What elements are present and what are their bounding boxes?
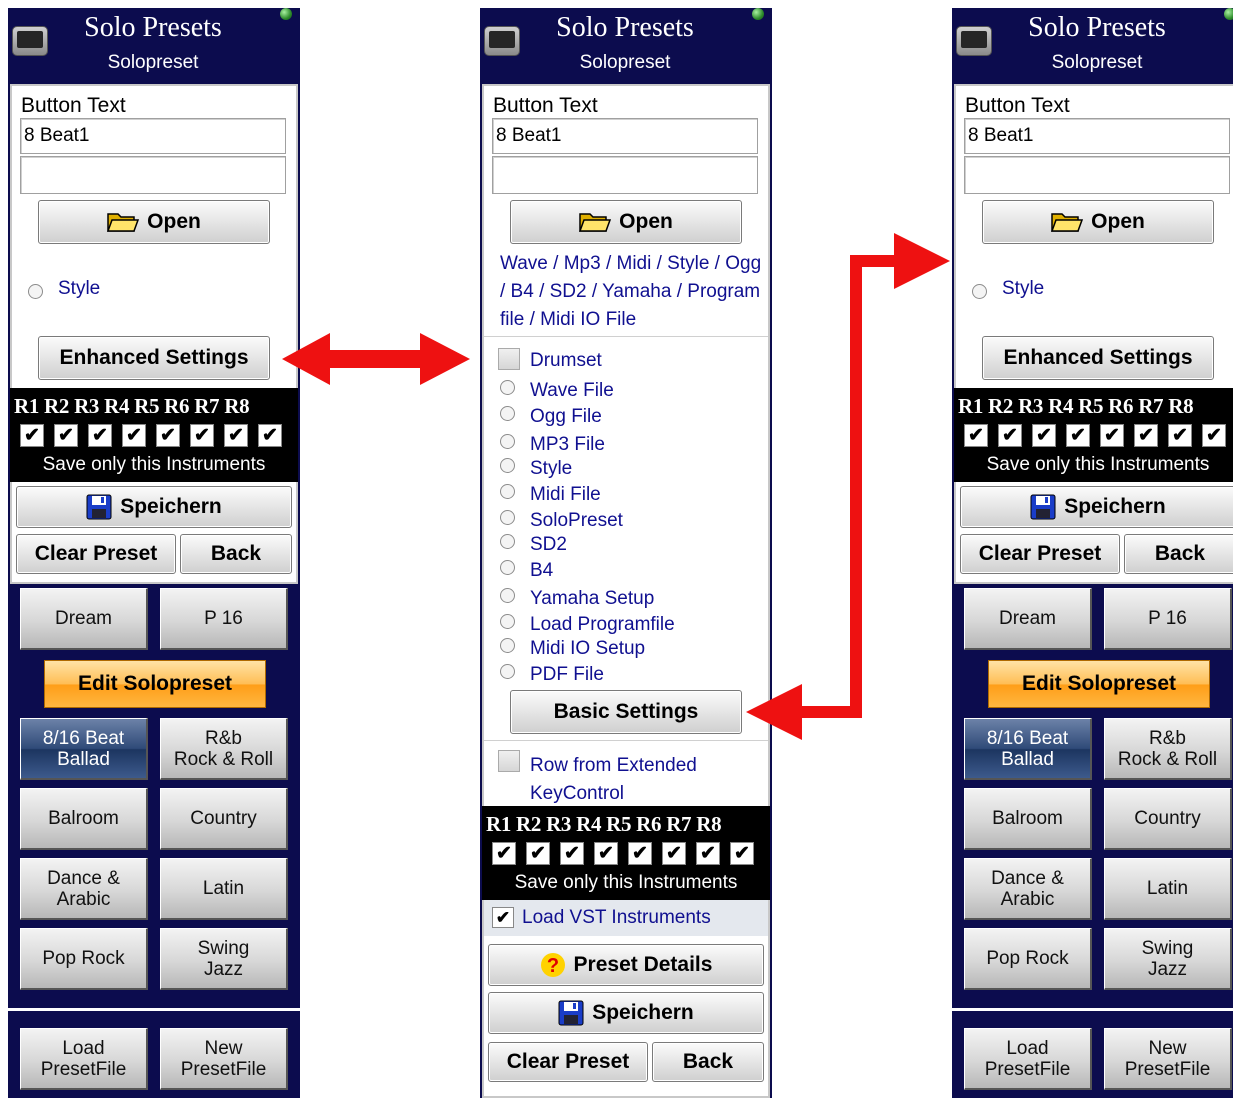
arrow-head-right-icon bbox=[894, 233, 950, 289]
arrow-head-left-icon bbox=[746, 684, 802, 740]
elbow-arrow-icon bbox=[800, 255, 898, 718]
annotation-arrows bbox=[282, 233, 950, 740]
double-arrow-icon bbox=[282, 333, 470, 385]
